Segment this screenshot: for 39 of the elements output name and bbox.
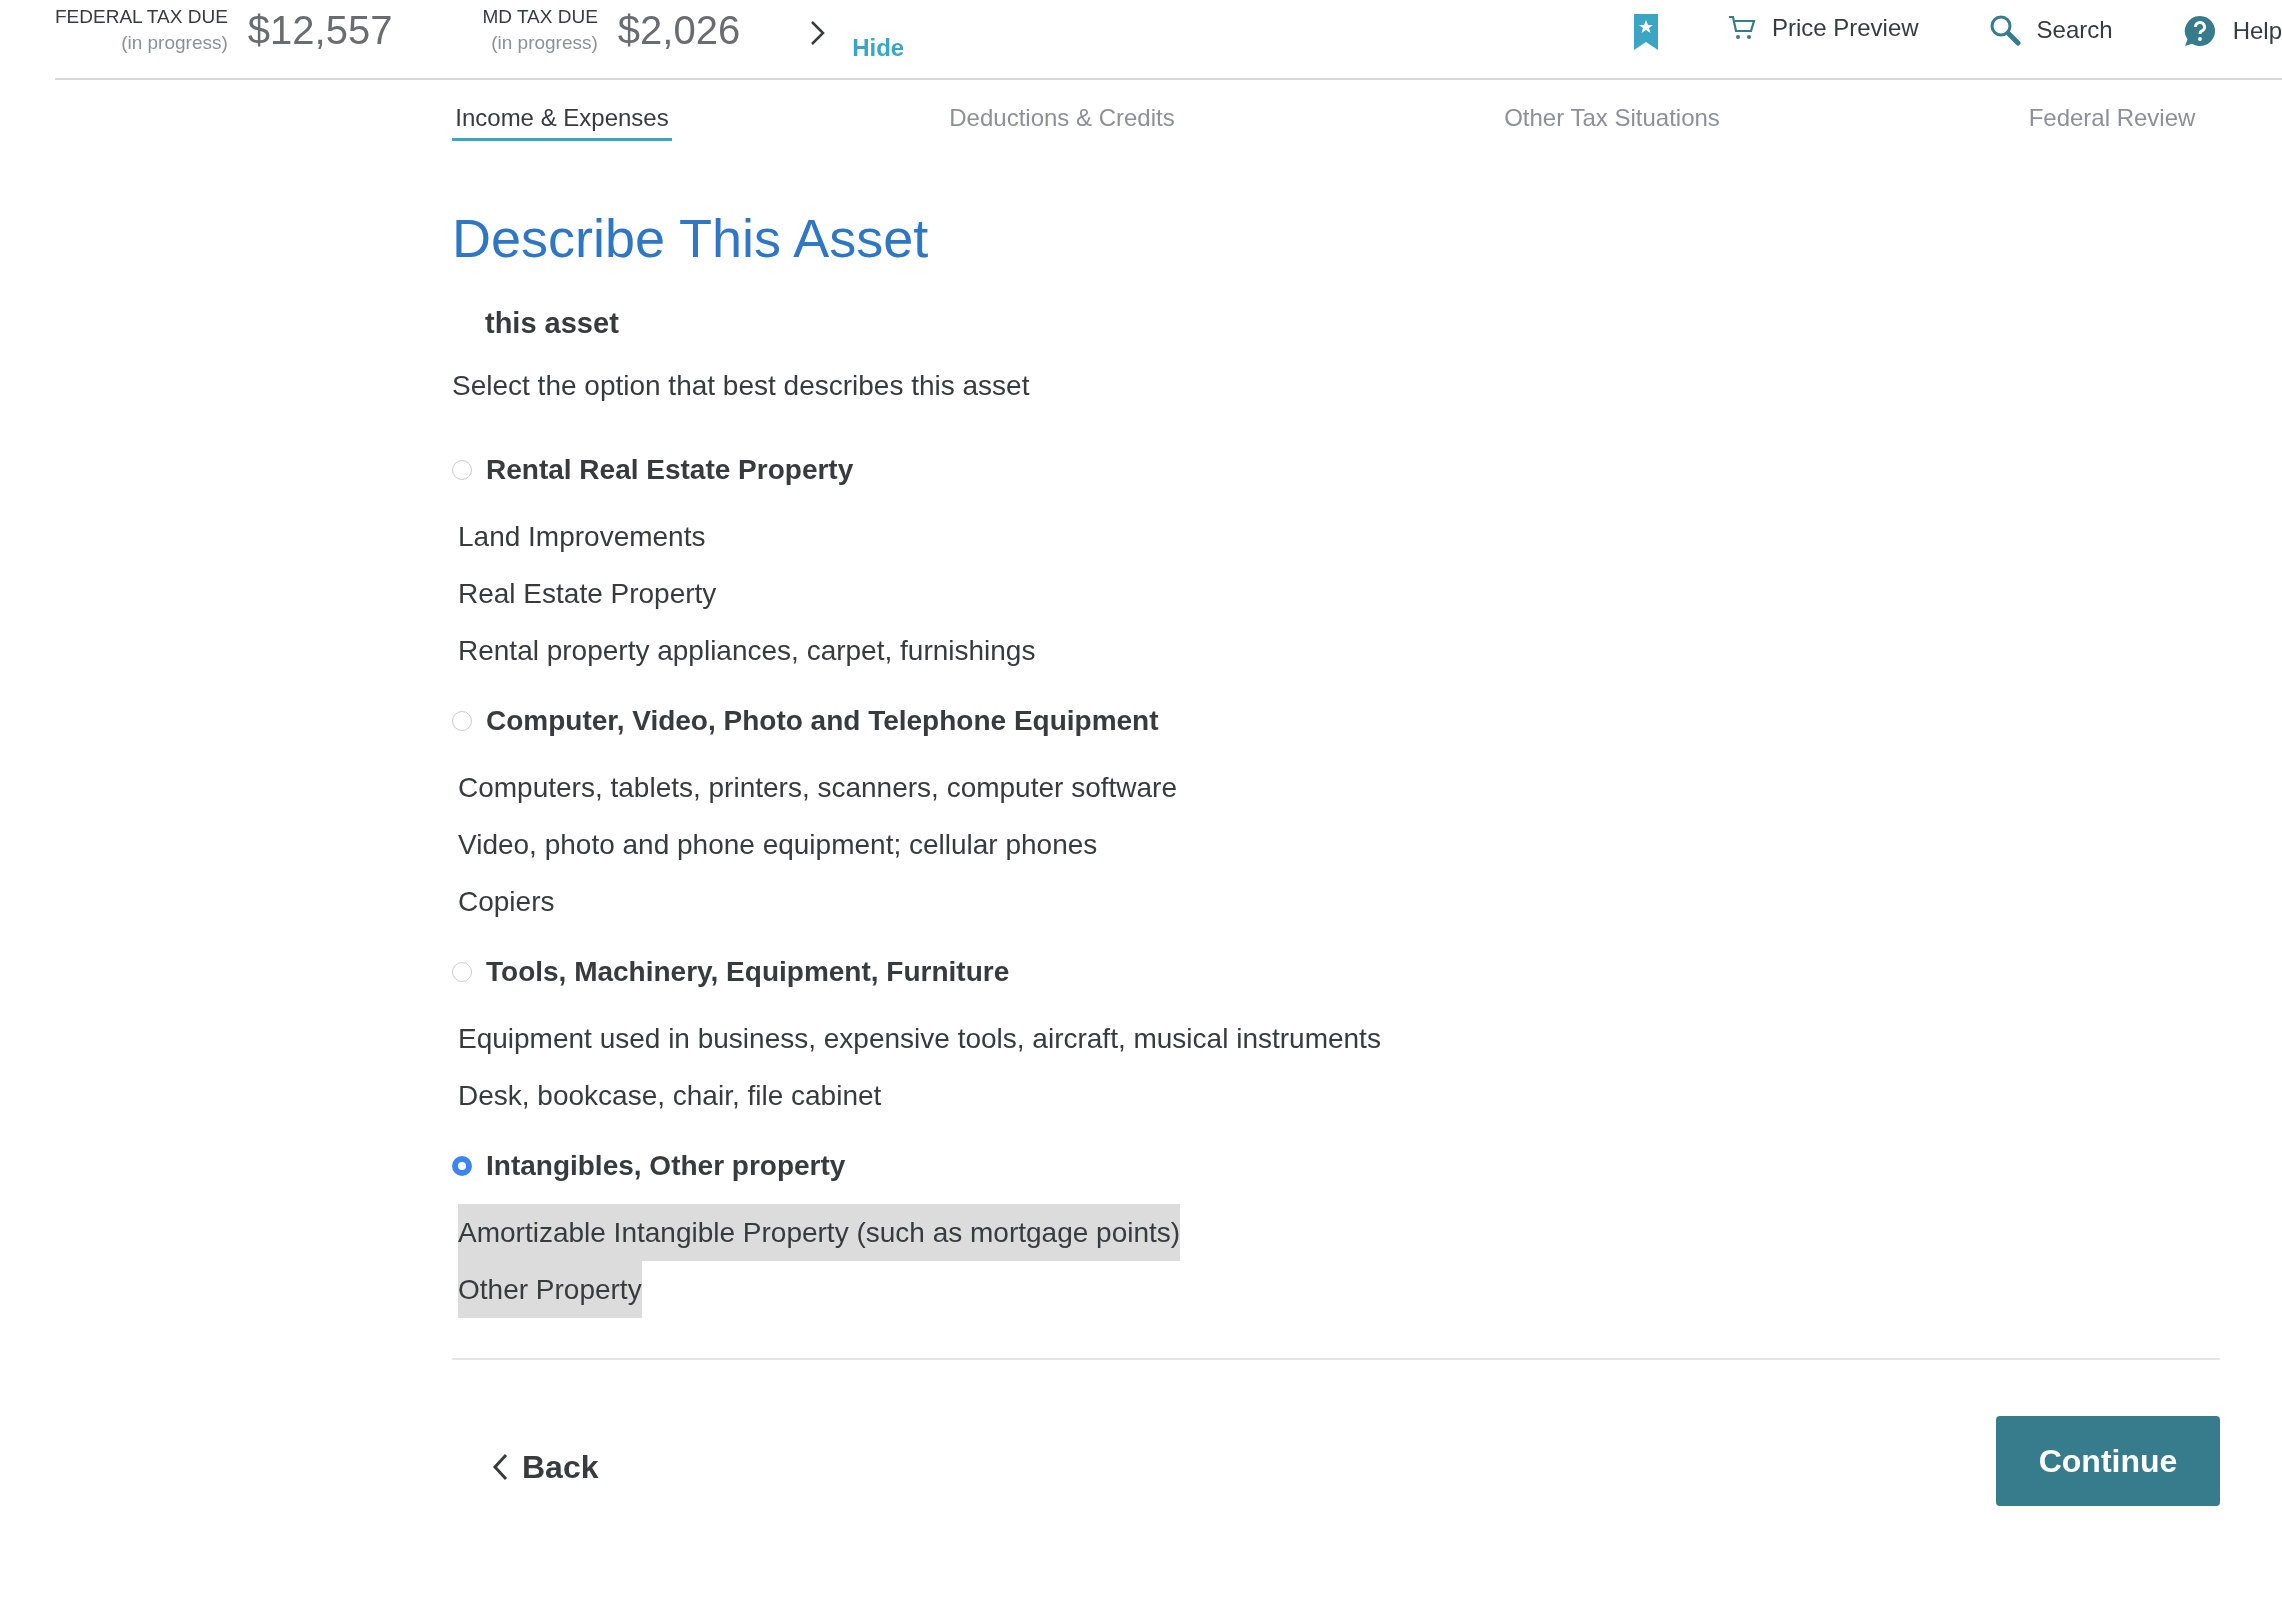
tax-amount: $12,557 xyxy=(247,8,393,53)
tax-label: FEDERAL TAX DUE xyxy=(55,6,228,28)
radio-button[interactable] xyxy=(452,962,472,982)
option-description: Computers, tablets, printers, scanners, computer software xyxy=(458,771,1177,805)
search-icon xyxy=(1988,14,2021,46)
instruction-text: Select the option that best describes this asset xyxy=(452,370,1031,402)
option-description: Rental property appliances, carpet, furnishings xyxy=(458,634,1036,668)
subtitle: this asset xyxy=(485,307,620,340)
back-button[interactable]: Back xyxy=(492,1448,599,1486)
bookmark-icon[interactable] xyxy=(1633,14,1658,50)
help-button[interactable]: Help xyxy=(2182,14,2282,48)
option-description: Real Estate Property xyxy=(458,577,717,611)
option-description: Land Improvements xyxy=(458,520,706,554)
tax-amount: $2,026 xyxy=(617,8,741,53)
cart-button[interactable]: Price Preview xyxy=(1727,14,1919,42)
option-label[interactable]: Rental Real Estate Property xyxy=(486,454,854,486)
option-description: Desk, bookcase, chair, file cabinet xyxy=(458,1079,882,1113)
radio-button[interactable] xyxy=(452,1156,472,1176)
radio-button[interactable] xyxy=(452,460,472,480)
continue-button[interactable]: Continue xyxy=(1996,1416,2220,1506)
chevron-left-icon xyxy=(492,1453,508,1481)
option-description: Other Property xyxy=(458,1261,642,1318)
option-label[interactable]: Tools, Machinery, Equipment, Furniture xyxy=(486,956,1010,988)
option-description: Video, photo and phone equipment; cellular phones xyxy=(458,828,1098,862)
radio-button[interactable] xyxy=(452,711,472,731)
search-button[interactable]: Search xyxy=(1988,14,2113,46)
option-description: Equipment used in business, expensive tools, aircraft, musical instruments xyxy=(458,1022,1381,1056)
chevron-right-icon[interactable] xyxy=(810,20,827,46)
tax-label: MD TAX DUE xyxy=(482,6,598,28)
option-description: Amortizable Intangible Property (such as mortgage points) xyxy=(458,1204,1181,1261)
option-description: Copiers xyxy=(458,885,555,919)
nav-tab[interactable]: Income & Expenses xyxy=(452,104,672,141)
tax-status: (in progress) xyxy=(121,32,228,54)
option-label[interactable]: Computer, Video, Photo and Telephone Equipment xyxy=(486,705,1159,737)
cart-icon xyxy=(1727,14,1756,42)
help-icon xyxy=(2182,14,2217,48)
option-label[interactable]: Intangibles, Other property xyxy=(486,1150,846,1182)
tax-status: (in progress) xyxy=(491,32,598,54)
page-title: Describe This Asset xyxy=(452,207,930,269)
